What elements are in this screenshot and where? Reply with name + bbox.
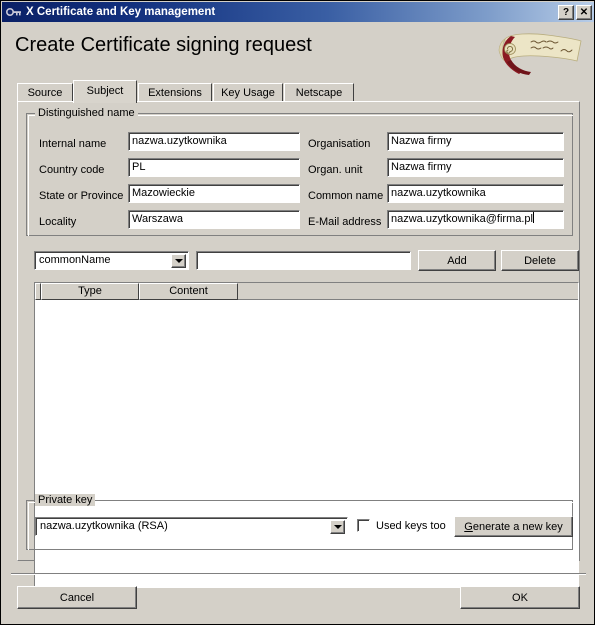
email-address-input[interactable]: nazwa.uzytkownika@firma.pl: [387, 210, 564, 229]
tab-key-usage[interactable]: Key Usage: [213, 83, 283, 102]
attribute-type-combo-value: commonName: [39, 254, 111, 266]
add-button[interactable]: Add: [418, 250, 496, 271]
generate-key-mnemonic: G: [464, 520, 473, 533]
label-email-address: E-Mail address: [308, 216, 382, 228]
distinguished-name-group-title: Distinguished name: [35, 107, 138, 119]
chevron-down-icon[interactable]: [171, 254, 186, 268]
tab-netscape[interactable]: Netscape: [284, 83, 354, 102]
organ-unit-input[interactable]: Nazwa firmy: [387, 158, 564, 177]
label-organ-unit: Organ. unit: [308, 164, 363, 176]
label-common-name: Common name: [308, 190, 384, 202]
label-state-or-province: State or Province: [39, 190, 124, 202]
organisation-input[interactable]: Nazwa firmy: [387, 132, 564, 151]
tab-strip: Source Subject Extensions Key Usage Nets…: [17, 80, 580, 103]
key-icon: [5, 4, 23, 20]
attribute-value-input[interactable]: [196, 251, 411, 270]
footer-separator: [11, 573, 586, 575]
checkbox-box[interactable]: [357, 519, 370, 532]
tab-subject[interactable]: Subject: [73, 80, 137, 103]
tab-extensions[interactable]: Extensions: [138, 83, 212, 102]
label-internal-name: Internal name: [39, 138, 107, 150]
internal-name-input[interactable]: nazwa.uzytkownika: [128, 132, 300, 151]
column-header-filler: [238, 283, 578, 300]
locality-input[interactable]: Warszawa: [128, 210, 300, 229]
label-country-code: Country code: [39, 164, 105, 176]
cancel-button[interactable]: Cancel: [17, 586, 137, 609]
attribute-type-combo[interactable]: commonName: [34, 251, 189, 270]
certificate-scroll-logo: [485, 27, 585, 77]
common-name-input[interactable]: nazwa.uzytkownika: [387, 184, 564, 203]
column-header-content[interactable]: Content: [139, 283, 238, 300]
chevron-down-icon[interactable]: [330, 520, 345, 534]
generate-a-new-key-button[interactable]: Generate a new key: [454, 516, 573, 537]
ok-button[interactable]: OK: [460, 586, 580, 609]
window-title: X Certificate and Key management: [26, 6, 216, 18]
delete-button[interactable]: Delete: [501, 250, 579, 271]
tab-source[interactable]: Source: [17, 83, 73, 102]
help-button[interactable]: ?: [558, 4, 574, 20]
used-keys-too-label: Used keys too: [376, 519, 446, 532]
title-bar[interactable]: X Certificate and Key management ? ✕: [2, 2, 594, 22]
application-window: X Certificate and Key management ? ✕ Cre…: [0, 0, 595, 625]
subject-tab-panel: Distinguished name Internal name Country…: [17, 101, 580, 588]
private-key-combo[interactable]: nazwa.uzytkownika (RSA): [35, 517, 348, 536]
private-key-combo-value: nazwa.uzytkownika (RSA): [40, 520, 168, 532]
private-key-group-title: Private key: [35, 494, 96, 506]
label-organisation: Organisation: [308, 138, 371, 150]
country-code-input[interactable]: PL: [128, 158, 300, 177]
window-controls: ? ✕: [558, 4, 592, 20]
page-title: Create Certificate signing request: [15, 34, 312, 56]
used-keys-too-checkbox[interactable]: Used keys too: [357, 519, 446, 532]
close-button[interactable]: ✕: [576, 4, 592, 20]
column-header-type[interactable]: Type: [41, 283, 139, 300]
entries-table-header: Type Content: [35, 283, 578, 300]
label-locality: Locality: [39, 216, 77, 228]
generate-key-label-rest: enerate a new key: [472, 520, 563, 533]
state-or-province-input[interactable]: Mazowieckie: [128, 184, 300, 203]
